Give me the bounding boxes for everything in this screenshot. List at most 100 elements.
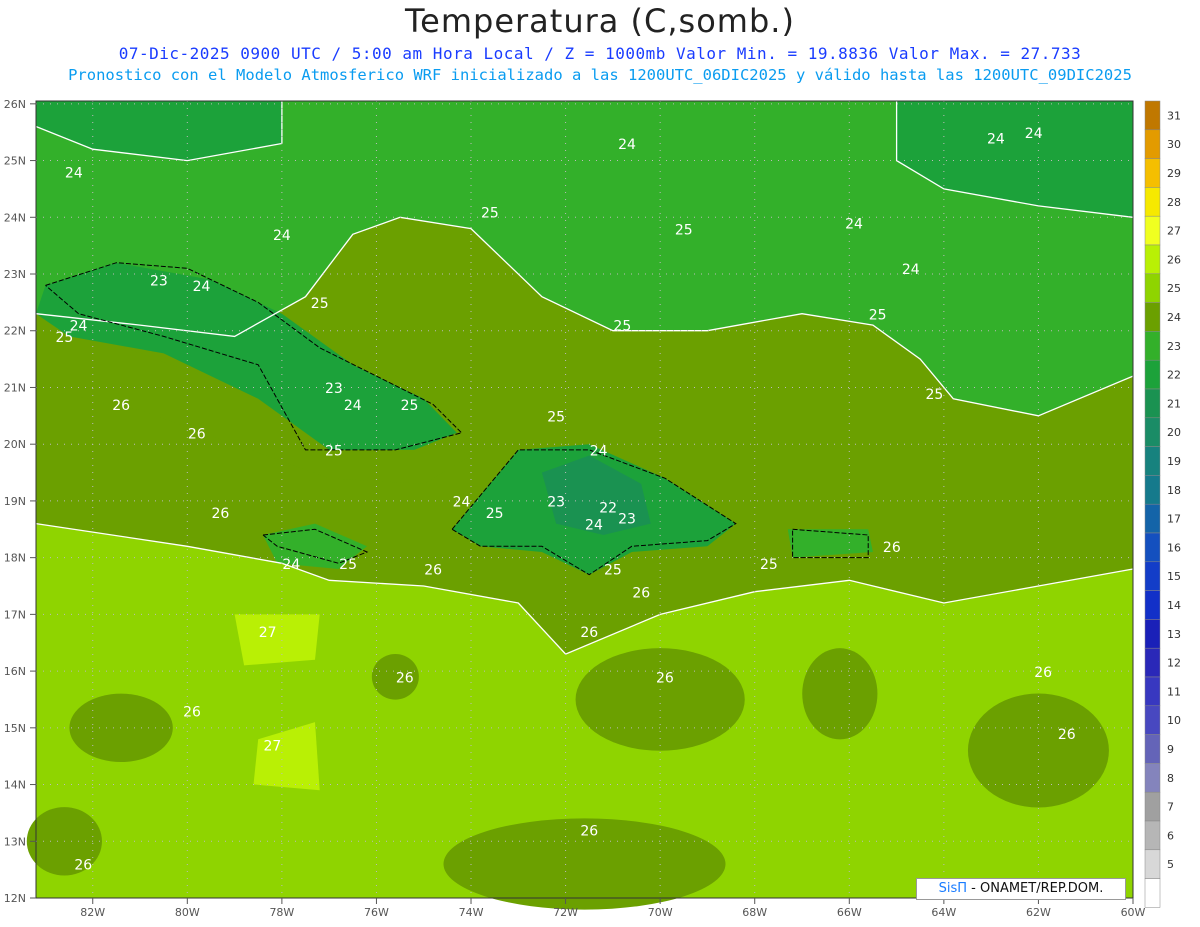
contour-value-label: 23: [325, 381, 343, 397]
lon-label: 80W: [175, 906, 200, 919]
lat-label: 19N: [4, 495, 26, 508]
lat-label: 21N: [4, 381, 26, 394]
contour-value-label: 27: [264, 739, 282, 755]
lon-label: 76W: [364, 906, 389, 919]
legend-swatch: [1144, 734, 1161, 764]
lon-label: 70W: [648, 906, 673, 919]
legend-swatch: [1144, 763, 1161, 793]
lat-label: 13N: [4, 835, 26, 848]
lat-label: 26N: [4, 98, 26, 111]
legend-swatch: [1144, 820, 1161, 851]
legend-swatch: [1144, 561, 1161, 591]
contour-value-label: 27: [259, 625, 277, 641]
sis-logo-text: SisΠ: [938, 881, 968, 896]
field-blob-1: [575, 648, 745, 751]
legend-tick-label: 29: [1167, 167, 1181, 180]
lat-label: 16N: [4, 665, 26, 678]
legend-swatch: [1144, 647, 1161, 678]
lat-label: 20N: [4, 438, 26, 451]
contour-value-label: 25: [339, 557, 357, 573]
legend-tick-label: 20: [1167, 426, 1181, 439]
lon-label: 68W: [742, 906, 767, 919]
legend-tick-label: 6: [1167, 829, 1174, 842]
contour-value-label: 26: [396, 670, 414, 686]
legend-swatch: [1144, 878, 1161, 908]
legend-swatch: [1144, 302, 1161, 332]
contour-value-label: 26: [1058, 727, 1076, 743]
lon-label: 78W: [269, 906, 294, 919]
legend-tick-label: 26: [1167, 253, 1181, 266]
legend-swatch: [1144, 273, 1161, 303]
contour-value-label: 24: [902, 262, 920, 278]
legend-tick-label: 21: [1167, 397, 1181, 410]
legend-tick-label: 27: [1167, 225, 1181, 238]
legend-swatch: [1144, 158, 1161, 188]
contour-value-label: 24: [344, 398, 362, 414]
lon-label: 74W: [459, 906, 484, 919]
contour-value-label: 26: [183, 704, 201, 720]
contour-value-label: 24: [273, 228, 291, 244]
legend-swatch: [1144, 187, 1161, 217]
contour-value-label: 25: [675, 222, 693, 238]
contour-value-label: 25: [925, 387, 943, 403]
legend-swatch: [1144, 475, 1161, 505]
contour-value-label: 24: [590, 444, 608, 460]
contour-value-label: 26: [424, 563, 442, 579]
lat-label: 18N: [4, 552, 26, 565]
legend-swatch: [1144, 619, 1161, 649]
contour-value-label: 25: [55, 330, 73, 346]
legend-tick-label: 5: [1167, 858, 1174, 871]
lat-label: 17N: [4, 608, 26, 621]
legend-swatch: [1144, 849, 1161, 879]
lat-label: 12N: [4, 892, 26, 905]
legend-tick-label: 19: [1167, 455, 1181, 468]
legend-tick-label: 24: [1167, 311, 1181, 324]
legend-tick-label: 16: [1167, 541, 1181, 554]
legend-swatch: [1144, 331, 1161, 361]
contour-value-label: 24: [1025, 126, 1043, 142]
contour-value-label: 25: [311, 296, 329, 312]
credit-box: SisΠ - ONAMET/REP.DOM.: [916, 878, 1126, 900]
legend-tick-label: 9: [1167, 743, 1174, 756]
contour-value-label: 22: [599, 500, 617, 516]
contour-value-label: 24: [282, 557, 300, 573]
lat-label: 25N: [4, 155, 26, 168]
contour-value-label: 25: [869, 307, 887, 323]
contour-value-label: 26: [1034, 665, 1052, 681]
contour-value-label: 23: [150, 273, 168, 289]
legend-tick-label: 23: [1167, 340, 1181, 353]
legend-tick-label: 18: [1167, 484, 1181, 497]
lat-label: 24N: [4, 211, 26, 224]
lat-label: 23N: [4, 268, 26, 281]
legend-swatch: [1144, 503, 1161, 534]
contour-value-label: 23: [618, 512, 636, 528]
contour-value-label: 26: [580, 625, 598, 641]
legend-swatch: [1144, 446, 1161, 476]
field-27-a: [234, 614, 320, 666]
lat-label: 15N: [4, 722, 26, 735]
lat-label: 14N: [4, 779, 26, 792]
contour-value-label: 26: [656, 670, 674, 686]
contour-value-label: 24: [987, 132, 1005, 148]
contour-value-label: 24: [65, 166, 83, 182]
legend-swatch: [1144, 244, 1161, 275]
legend-tick-label: 28: [1167, 196, 1181, 209]
contour-value-label: 26: [211, 506, 229, 522]
legend-swatch: [1144, 791, 1161, 822]
legend-tick-label: 30: [1167, 138, 1181, 151]
legend-swatch: [1144, 359, 1161, 390]
legend-swatch: [1144, 215, 1161, 246]
legend-swatch: [1144, 590, 1161, 620]
field-blob-0: [69, 693, 173, 763]
contour-value-label: 26: [632, 585, 650, 601]
legend-swatch: [1144, 676, 1161, 707]
contour-value-label: 24: [193, 279, 211, 295]
contour-value-label: 25: [325, 444, 343, 460]
contour-value-label: 25: [613, 319, 631, 335]
contour-value-label: 26: [188, 427, 206, 443]
lon-label: 64W: [931, 906, 956, 919]
contour-value-label: 25: [547, 410, 565, 426]
legend-tick-label: 31: [1167, 109, 1181, 122]
legend-tick-label: 25: [1167, 282, 1181, 295]
legend-tick-label: 7: [1167, 801, 1174, 814]
